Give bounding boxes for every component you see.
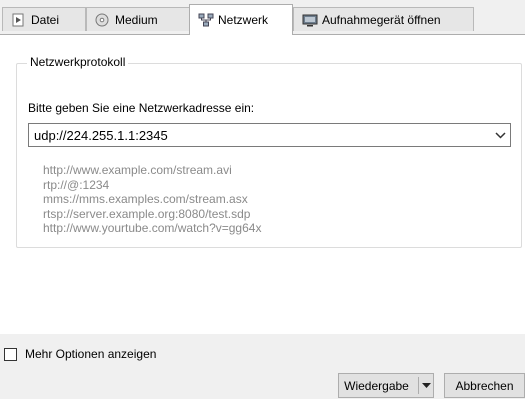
cancel-button-label: Abbrechen [455, 378, 514, 393]
example-url: http://www.example.com/stream.avi [43, 163, 232, 177]
more-options-label: Mehr Optionen anzeigen [25, 347, 157, 361]
play-button[interactable]: Wiedergabe [338, 373, 434, 398]
network-url-combobox[interactable]: udp://224.255.1.1:2345 [28, 123, 511, 147]
tab-network[interactable]: Netzwerk [189, 4, 293, 35]
more-options-row[interactable]: Mehr Optionen anzeigen [4, 347, 156, 361]
network-panel: Netzwerkprotokoll Bitte geben Sie eine N… [0, 34, 525, 334]
url-examples: http://www.example.com/stream.avi rtp://… [43, 163, 261, 236]
example-url: http://www.yourtube.com/watch?v=gg64x [43, 221, 262, 235]
tab-disc[interactable]: Medium [86, 7, 190, 31]
tab-label: Datei [31, 12, 60, 27]
tab-capture-device[interactable]: Aufnahmegerät öffnen [293, 7, 474, 31]
more-options-checkbox[interactable] [4, 347, 17, 361]
network-address-prompt: Bitte geben Sie eine Netzwerkadresse ein… [28, 101, 255, 115]
play-button-label: Wiedergabe [344, 378, 409, 393]
network-protocol-group: Netzwerkprotokoll Bitte geben Sie eine N… [16, 55, 522, 248]
cancel-button[interactable]: Abbrechen [444, 373, 525, 398]
tab-label: Netzwerk [218, 13, 269, 27]
disc-icon [95, 13, 109, 27]
tab-label: Aufnahmegerät öffnen [322, 12, 441, 27]
example-url: rtsp://server.example.org:8080/test.sdp [43, 206, 251, 221]
dropdown-arrow-icon[interactable] [419, 374, 433, 397]
example-url: rtp://@:1234 [43, 177, 110, 192]
group-title: Netzwerkprotokoll [27, 55, 129, 69]
tab-label: Medium [115, 12, 158, 27]
example-url: mms://mms.examples.com/stream.asx [43, 192, 248, 206]
capture-device-icon [302, 13, 318, 27]
tab-file[interactable]: Datei [2, 7, 86, 31]
network-url-input[interactable]: udp://224.255.1.1:2345 [29, 128, 490, 143]
file-icon [11, 13, 25, 27]
chevron-down-icon[interactable] [490, 124, 510, 146]
tab-bar: Datei Medium Netzwerk Aufnahmegerät öffn… [0, 0, 525, 35]
network-icon [198, 13, 214, 27]
